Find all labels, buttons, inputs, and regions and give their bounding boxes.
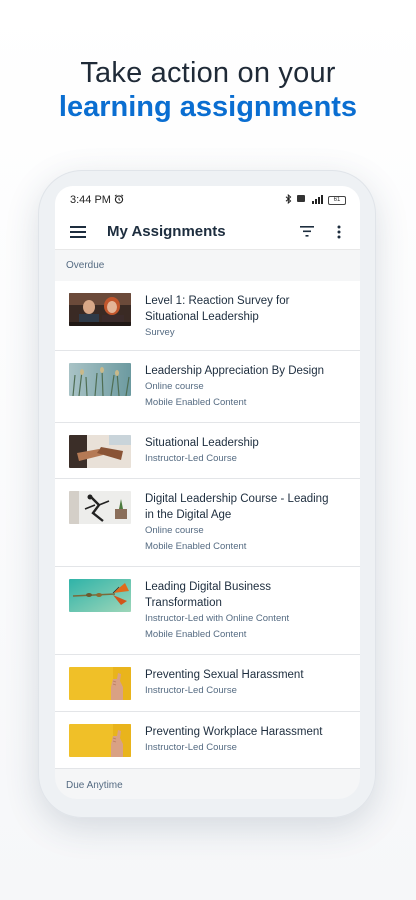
vibrate-icon — [296, 194, 306, 206]
assignment-type: Online course — [145, 381, 204, 392]
list-item[interactable]: Level 1: Reaction Survey for Situational… — [55, 281, 360, 351]
assignment-title: Level 1: Reaction Survey for — [145, 295, 290, 307]
assignment-title: Situational Leadership — [145, 437, 259, 449]
course-thumbnail — [69, 491, 131, 524]
marketing-headline: Take action on your learning assignments — [0, 56, 416, 124]
menu-icon[interactable] — [67, 221, 89, 243]
page-title: My Assignments — [107, 223, 226, 240]
course-thumbnail — [69, 363, 131, 396]
assignment-type: Instructor-Led with Online Content — [145, 613, 290, 624]
list-item[interactable]: Preventing Sexual Harassment Instructor-… — [55, 655, 360, 712]
headline-line-1: Take action on your — [80, 57, 336, 89]
list-item[interactable]: Preventing Workplace Harassment Instruct… — [55, 712, 360, 769]
signal-icon — [310, 194, 324, 207]
bluetooth-icon — [285, 193, 292, 207]
assignment-title: Digital Leadership Course - Leading — [145, 493, 329, 505]
list-item[interactable]: Digital Leadership Course - Leading in t… — [55, 479, 360, 567]
course-thumbnail — [69, 293, 131, 326]
status-bar: 3:44 PM 61 — [55, 186, 360, 214]
assignment-title: Preventing Sexual Harassment — [145, 669, 304, 681]
assignment-type: Instructor-Led Course — [145, 453, 237, 464]
assignment-type: Instructor-Led Course — [145, 685, 237, 696]
battery-icon: 61 — [328, 195, 346, 205]
filter-icon[interactable] — [296, 221, 318, 243]
status-time: 3:44 PM — [70, 194, 111, 206]
more-vert-icon[interactable] — [328, 221, 350, 243]
list-item[interactable]: Situational Leadership Instructor-Led Co… — [55, 423, 360, 479]
assignment-title: in the Digital Age — [145, 509, 232, 521]
assignment-list: Level 1: Reaction Survey for Situational… — [55, 281, 360, 769]
course-thumbnail — [69, 579, 131, 612]
list-item[interactable]: Leading Digital Business Transformation … — [55, 567, 360, 655]
course-thumbnail — [69, 667, 131, 700]
assignment-tag: Mobile Enabled Content — [145, 397, 247, 408]
assignment-title: Leadership Appreciation By Design — [145, 365, 325, 377]
course-thumbnail — [69, 724, 131, 757]
assignment-type: Survey — [145, 327, 175, 338]
assignment-title: Leading Digital Business — [145, 581, 271, 593]
headline-line-2: learning assignments — [58, 91, 358, 123]
assignment-title: Preventing Workplace Harassment — [145, 726, 323, 738]
assignment-title: Situational Leadership — [145, 311, 259, 323]
course-thumbnail — [69, 435, 131, 468]
assignment-tag: Mobile Enabled Content — [145, 629, 247, 640]
assignment-title: Transformation — [145, 597, 222, 609]
phone-screen: 3:44 PM 61 My Assignments Overdue Level … — [55, 186, 360, 799]
assignment-type: Instructor-Led Course — [145, 742, 237, 753]
assignment-type: Online course — [145, 525, 204, 536]
app-bar: My Assignments — [55, 214, 360, 250]
assignment-tag: Mobile Enabled Content — [145, 541, 247, 552]
list-item[interactable]: Leadership Appreciation By Design Online… — [55, 351, 360, 423]
alarm-icon — [114, 194, 124, 207]
section-due-anytime-label: Due Anytime — [66, 780, 123, 791]
section-overdue-label: Overdue — [66, 260, 105, 271]
